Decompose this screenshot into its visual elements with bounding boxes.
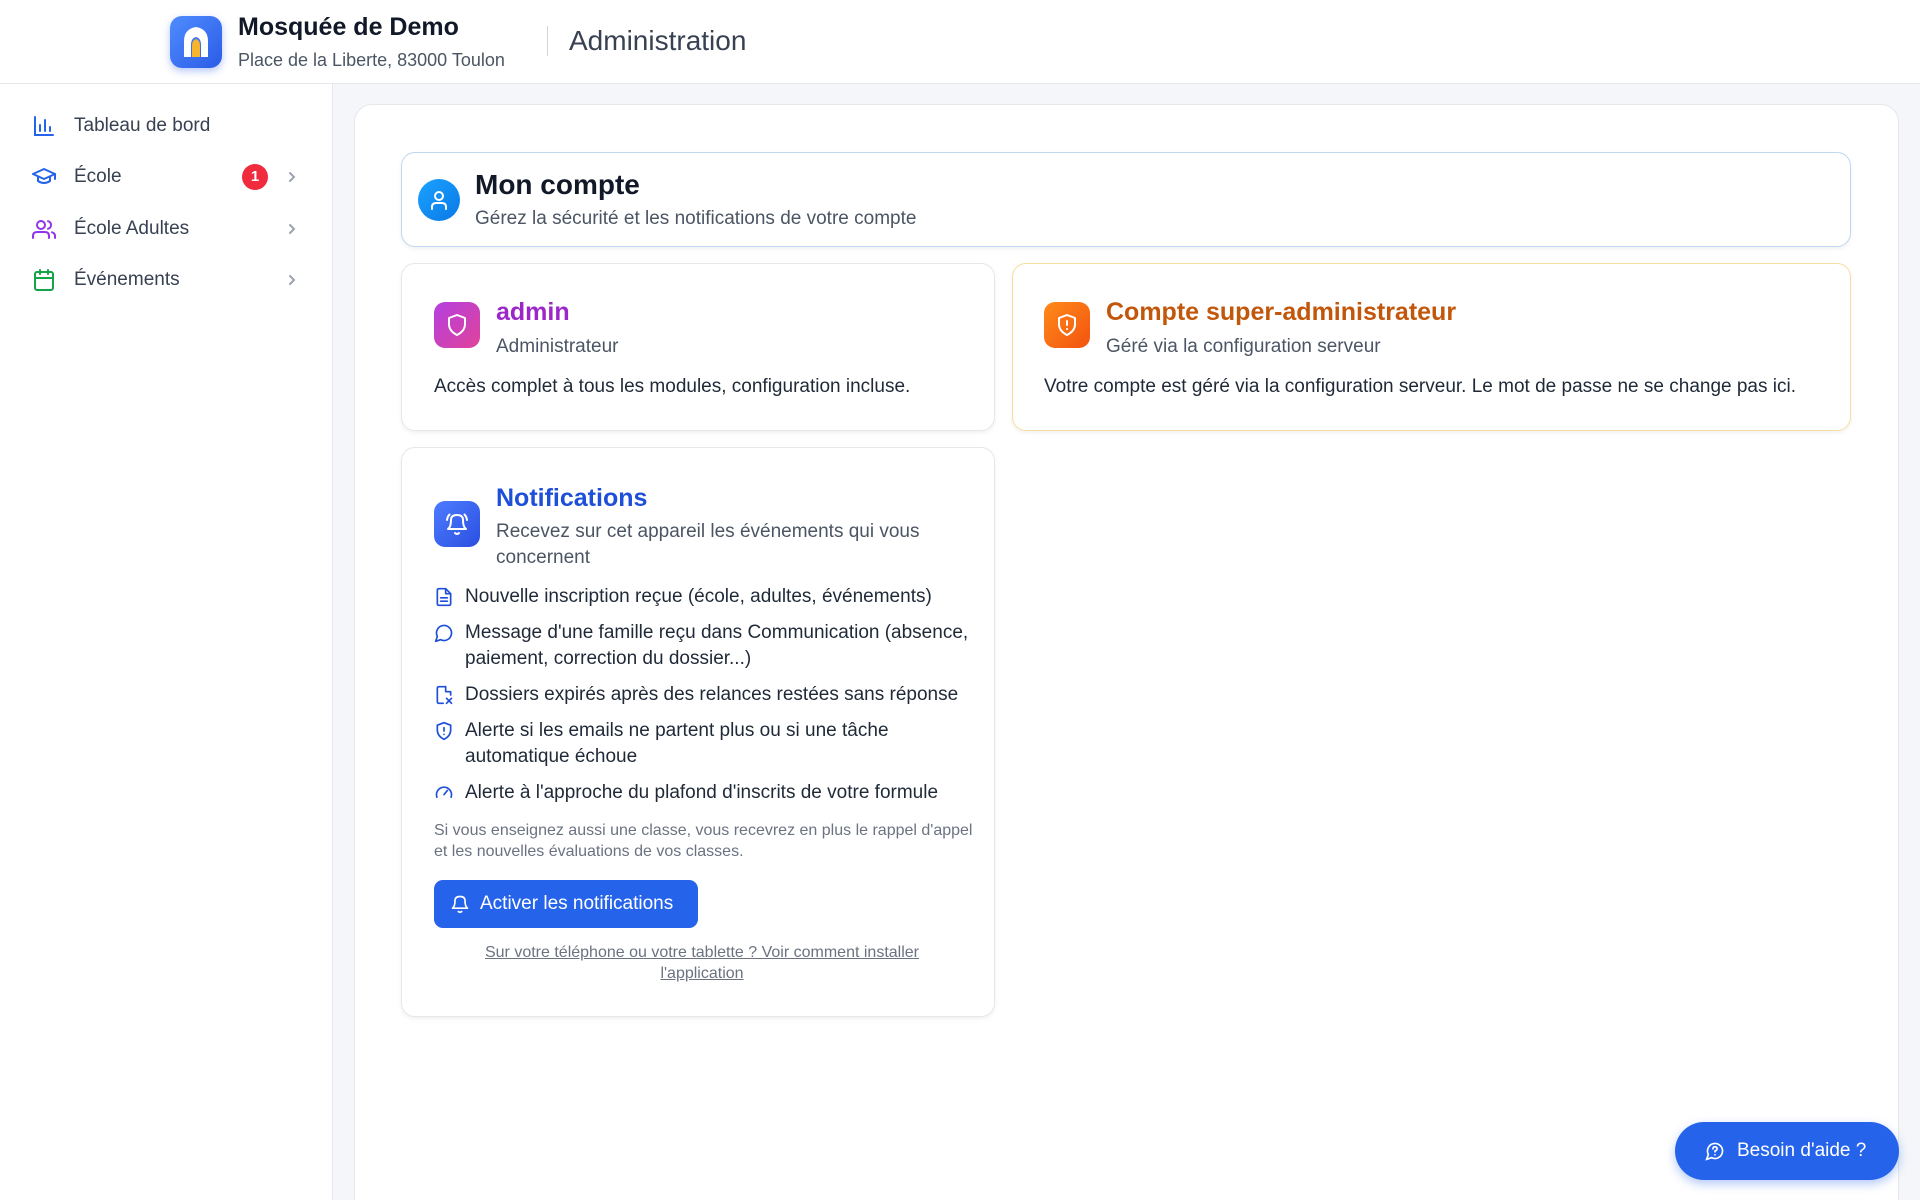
help-circle-icon xyxy=(1705,1142,1724,1161)
graduation-cap-icon xyxy=(32,168,56,184)
shield-alert-icon xyxy=(436,721,452,741)
admin-role-card: admin Administrateur Accès complet à tou… xyxy=(401,263,995,431)
list-item: Message d'une famille reçu dans Communic… xyxy=(434,620,984,672)
notifications-title: Notifications xyxy=(496,484,648,512)
bar-chart-icon xyxy=(34,116,54,136)
account-header-card: Mon compte Gérez la sécurité et les noti… xyxy=(401,152,1851,247)
sidebar: Tableau de bord École 1 École Adultes Év… xyxy=(0,84,333,1200)
sidebar-item-label: Tableau de bord xyxy=(74,115,211,136)
sidebar-item-ecole[interactable]: École 1 xyxy=(0,155,333,199)
notification-count-badge: 1 xyxy=(242,164,268,190)
list-item: Alerte si les emails ne partent plus ou … xyxy=(434,718,984,770)
org-address: Place de la Liberte, 83000 Toulon xyxy=(238,50,505,70)
super-admin-subtitle: Géré via la configuration serveur xyxy=(1106,336,1381,357)
super-admin-title: Compte super-administrateur xyxy=(1106,298,1457,326)
notifications-card: Notifications Recevez sur cet appareil l… xyxy=(401,447,995,1017)
page-section-title: Administration xyxy=(569,25,747,56)
teacher-note: Si vous enseignez aussi une classe, vous… xyxy=(434,822,973,860)
sidebar-item-label: École Adultes xyxy=(74,218,190,239)
top-header: Mosquée de Demo Place de la Liberte, 830… xyxy=(0,0,1920,84)
sidebar-item-label: École xyxy=(74,166,122,187)
list-item: Alerte à l'approche du plafond d'inscrit… xyxy=(434,780,984,806)
calendar-icon xyxy=(34,269,54,291)
chevron-right-icon xyxy=(289,275,296,285)
file-x-icon xyxy=(436,685,453,705)
header-divider xyxy=(547,26,548,56)
help-button[interactable]: Besoin d'aide ? xyxy=(1675,1122,1899,1180)
list-item: Dossiers expirés après des relances rest… xyxy=(434,682,984,708)
super-admin-description: Votre compte est géré via la configurati… xyxy=(1044,376,1796,397)
chevron-right-icon xyxy=(289,224,296,234)
users-icon xyxy=(32,220,56,239)
sidebar-item-dashboard[interactable]: Tableau de bord xyxy=(0,104,333,148)
message-circle-icon xyxy=(434,624,453,643)
sidebar-item-evenements[interactable]: Événements xyxy=(0,258,333,302)
install-app-link[interactable]: Sur votre téléphone ou votre tablette ? … xyxy=(452,942,952,984)
shield-icon xyxy=(434,302,480,348)
file-text-icon xyxy=(436,587,452,607)
enable-notifications-button[interactable]: Activer les notifications xyxy=(434,880,698,928)
notifications-subtitle: Recevez sur cet appareil les événements … xyxy=(496,521,920,568)
bell-ring-icon xyxy=(434,501,480,547)
account-subtitle: Gérez la sécurité et les notifications d… xyxy=(475,208,917,229)
notification-types-list: Nouvelle inscription reçue (école, adult… xyxy=(434,584,984,816)
admin-role: Administrateur xyxy=(496,336,619,357)
sidebar-item-ecole-adultes[interactable]: École Adultes xyxy=(0,207,333,251)
org-name: Mosquée de Demo xyxy=(238,13,459,41)
account-title: Mon compte xyxy=(475,169,640,200)
shield-alert-icon xyxy=(1044,302,1090,348)
gauge-icon xyxy=(435,786,453,798)
admin-description: Accès complet à tous les modules, config… xyxy=(434,376,911,397)
admin-username: admin xyxy=(496,298,570,326)
user-icon xyxy=(418,179,460,221)
chevron-right-icon xyxy=(289,172,296,182)
list-item: Nouvelle inscription reçue (école, adult… xyxy=(434,584,984,610)
mosque-arch-icon[interactable] xyxy=(170,16,222,68)
bell-icon xyxy=(451,895,469,914)
sidebar-item-label: Événements xyxy=(74,269,180,290)
super-admin-card: Compte super-administrateur Géré via la … xyxy=(1012,263,1851,431)
